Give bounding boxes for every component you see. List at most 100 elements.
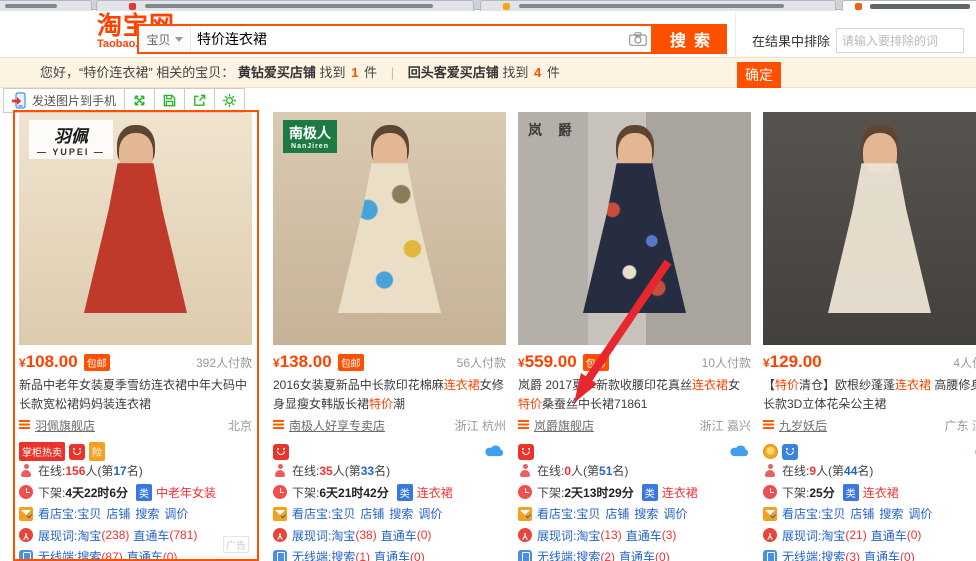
kdb-item-link[interactable]: 宝贝 <box>821 505 845 522</box>
send-image-to-phone-button[interactable]: 发送图片到手机 <box>3 88 125 113</box>
cloud-icon[interactable] <box>730 443 749 460</box>
kdb-price-link[interactable]: 调价 <box>663 505 687 522</box>
stat-kandianbao: 看店宝:宝贝店铺搜索调价 <box>273 503 506 525</box>
search-category-dropdown[interactable]: 宝贝 <box>139 26 191 52</box>
kdb-search-link[interactable]: 搜索 <box>389 505 413 522</box>
image-search-button[interactable] <box>625 26 651 52</box>
shop-link[interactable]: 九岁妖后 <box>779 417 827 434</box>
kdb-item-link[interactable]: 宝贝 <box>331 505 355 522</box>
shop-link[interactable]: 南极人好享专卖店 <box>289 417 385 434</box>
kdb-price-link[interactable]: 调价 <box>908 505 932 522</box>
product-title[interactable]: 新品中老年女装夏季雪纺连衣裙中年大码中长款宽松裙妈妈装连衣裙 <box>19 376 252 413</box>
shop-link[interactable]: 羽佩旗舰店 <box>35 417 95 434</box>
clock-icon <box>518 485 532 499</box>
mobile-icon <box>518 550 532 561</box>
category-badge: 类 <box>136 484 152 501</box>
keywords-icon <box>763 528 777 542</box>
share-button[interactable] <box>184 88 215 113</box>
category-badge: 类 <box>843 484 859 501</box>
wireless-search-link[interactable]: 搜索 <box>576 548 600 561</box>
wireless-search-link[interactable]: 搜索 <box>821 548 845 561</box>
kdb-search-link[interactable]: 搜索 <box>135 505 159 522</box>
kdb-shop-link[interactable]: 店铺 <box>850 505 874 522</box>
wireless-ztc-link[interactable]: 直通车 <box>374 548 410 561</box>
product-title[interactable]: 岚爵 2017夏季新款收腰印花真丝连衣裙女 特价桑蚕丝中长裙71861 <box>518 376 751 413</box>
stat-keywords: 展现词:淘宝(13)直通车(3) <box>518 525 751 547</box>
product-title[interactable]: 2016女装夏新品中长款印花棉麻连衣裙女修身显瘦女韩版长裙特价潮 <box>273 376 506 413</box>
phone-send-icon <box>12 92 27 109</box>
ztc-keywords-link[interactable]: 直通车 <box>626 527 662 544</box>
kdb-shop-link[interactable]: 店铺 <box>605 505 629 522</box>
exclude-input[interactable] <box>836 28 964 53</box>
browser-tab[interactable] <box>480 0 836 11</box>
category-link[interactable]: 连衣裙 <box>417 484 453 501</box>
browser-tab-active[interactable] <box>842 0 976 11</box>
save-button[interactable] <box>154 88 185 113</box>
wangwang-icon[interactable] <box>273 444 289 460</box>
category-link[interactable]: 连衣裙 <box>662 484 698 501</box>
wireless-ztc-link[interactable]: 直通车 <box>864 548 900 561</box>
wireless-ztc-link[interactable]: 直通车 <box>127 548 163 561</box>
send-image-label: 发送图片到手机 <box>32 92 116 109</box>
stat-online: 在线:0人(第51名) <box>518 460 751 482</box>
browser-tab[interactable] <box>0 0 92 11</box>
notice-bar: 您好，“特价连衣裙” 相关的宝贝： 黄钻爱买店铺 找到 1 件 | 回头客爱买店… <box>0 57 976 88</box>
kdb-shop-link[interactable]: 店铺 <box>360 505 384 522</box>
shop-icon <box>273 420 284 430</box>
product-image[interactable]: 羽佩 — YUPEI — <box>19 112 252 345</box>
ztc-keywords-link[interactable]: 直通车 <box>381 527 417 544</box>
shop-icon <box>19 420 30 430</box>
kdb-shop-link[interactable]: 店铺 <box>106 505 130 522</box>
product-title[interactable]: 【特价清仓】欧根纱蓬蓬连衣裙 高腰修身中长款3D立体花朵公主裙 <box>763 376 976 413</box>
tab-favicon <box>503 3 510 10</box>
dress-silhouette <box>334 163 446 319</box>
kdb-item-link[interactable]: 宝贝 <box>77 505 101 522</box>
wangwang-icon[interactable] <box>782 444 798 460</box>
cloud-icon[interactable] <box>485 443 504 460</box>
taobao-keywords-link[interactable]: 淘宝 <box>331 527 355 544</box>
stat-wireless: 无线端:搜索(87)直通车(0) <box>19 546 252 561</box>
kdb-search-link[interactable]: 搜索 <box>879 505 903 522</box>
product-card: 羽佩 — YUPEI — ¥108.00 包邮 392人付款 新品中老年女装夏季… <box>19 112 252 561</box>
kdb-search-link[interactable]: 搜索 <box>634 505 658 522</box>
ztc-keywords-link[interactable]: 直通车 <box>871 527 907 544</box>
stat-wireless: 无线端:搜索(2)直通车(0) <box>518 546 751 561</box>
kdb-price-link[interactable]: 调价 <box>418 505 442 522</box>
search-category-label: 宝贝 <box>146 31 170 48</box>
product-image[interactable]: 南极人 NanJiren <box>273 112 506 345</box>
person-icon <box>19 464 33 478</box>
kdb-price-link[interactable]: 调价 <box>164 505 188 522</box>
search-button[interactable]: 搜索 <box>653 24 727 54</box>
wireless-search-link[interactable]: 搜索 <box>77 548 101 561</box>
sales-count: 392人付款 <box>196 354 252 371</box>
product-image[interactable]: 岚 爵 <box>518 112 751 345</box>
browser-tab[interactable] <box>96 0 474 11</box>
taobao-keywords-link[interactable]: 淘宝 <box>821 527 845 544</box>
wireless-search-link[interactable]: 搜索 <box>331 548 355 561</box>
product-image[interactable] <box>763 112 976 345</box>
keywords-icon <box>19 528 33 542</box>
mobile-icon <box>763 550 777 561</box>
sales-count: 56人付款 <box>457 354 506 371</box>
kdb-item-link[interactable]: 宝贝 <box>576 505 600 522</box>
notice-found-label: 找到 <box>502 65 528 80</box>
wireless-ztc-link[interactable]: 直通车 <box>619 548 655 561</box>
category-link[interactable]: 中老年女装 <box>156 484 216 501</box>
category-link[interactable]: 连衣裙 <box>863 484 899 501</box>
camera-icon <box>629 32 647 46</box>
confirm-button[interactable]: 确定 <box>737 62 781 88</box>
taobao-keywords-link[interactable]: 淘宝 <box>576 527 600 544</box>
expand-button[interactable] <box>124 88 155 113</box>
taobao-keywords-link[interactable]: 淘宝 <box>77 527 101 544</box>
wangwang-icon[interactable] <box>69 444 85 460</box>
dress-silhouette <box>824 163 936 319</box>
stat-keywords: 展现词:淘宝(238)直通车(781) <box>19 525 252 547</box>
search-input[interactable] <box>191 26 625 52</box>
stat-wireless: 无线端:搜索(1)直通车(0) <box>273 546 506 561</box>
price: ¥129.00 <box>763 352 822 372</box>
settings-button[interactable] <box>214 88 245 113</box>
stat-keywords: 展现词:淘宝(38)直通车(0) <box>273 525 506 547</box>
ztc-keywords-link[interactable]: 直通车 <box>133 527 169 544</box>
shop-link[interactable]: 岚爵旗舰店 <box>534 417 594 434</box>
wangwang-icon[interactable] <box>518 444 534 460</box>
